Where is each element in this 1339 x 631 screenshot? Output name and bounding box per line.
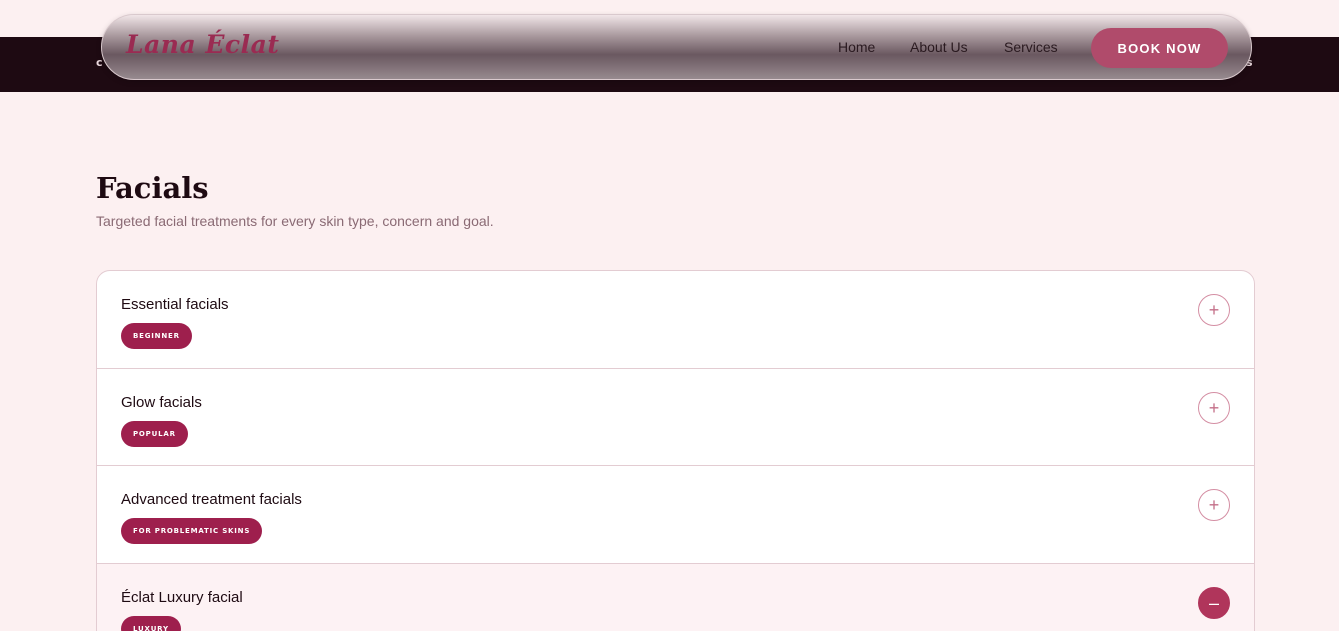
accordion-item-luxury[interactable]: Éclat Luxury facial LUXURY – — [97, 564, 1254, 631]
accordion-item-badge: LUXURY — [121, 616, 181, 631]
nav-home-link[interactable]: Home — [838, 39, 875, 55]
accordion-item-title: Glow facials — [121, 394, 202, 411]
accordion-item-title: Éclat Luxury facial — [121, 589, 243, 606]
floating-navbar: Lana Éclat Home About Us Services BOOK N… — [101, 14, 1252, 80]
accordion-item-essential[interactable]: Essential facials BEGINNER + — [97, 271, 1254, 369]
brand-logo[interactable]: Lana Éclat — [126, 30, 279, 59]
accordion-item-glow[interactable]: Glow facials POPULAR + — [97, 369, 1254, 466]
accordion-item-advanced[interactable]: Advanced treatment facials FOR PROBLEMAT… — [97, 466, 1254, 564]
section-subtitle: Targeted facial treatments for every ski… — [96, 213, 494, 229]
plus-icon[interactable]: + — [1198, 489, 1230, 521]
accordion-item-title: Essential facials — [121, 296, 229, 313]
accordion-item-badge: FOR PROBLEMATIC SKINS — [121, 518, 263, 544]
minus-icon[interactable]: – — [1198, 587, 1230, 619]
facials-accordion: Essential facials BEGINNER + Glow facial… — [96, 270, 1255, 631]
book-now-button[interactable]: BOOK NOW — [1091, 28, 1228, 68]
accordion-item-badge: POPULAR — [121, 421, 188, 447]
plus-icon[interactable]: + — [1198, 294, 1230, 326]
plus-icon[interactable]: + — [1198, 392, 1230, 424]
accordion-item-title: Advanced treatment facials — [121, 491, 302, 508]
nav-about-link[interactable]: About Us — [910, 39, 968, 55]
nav-services-link[interactable]: Services — [1004, 39, 1058, 55]
accordion-item-badge: BEGINNER — [121, 323, 192, 349]
section-title: Facials — [96, 171, 209, 205]
band-text-left: c — [96, 56, 103, 69]
